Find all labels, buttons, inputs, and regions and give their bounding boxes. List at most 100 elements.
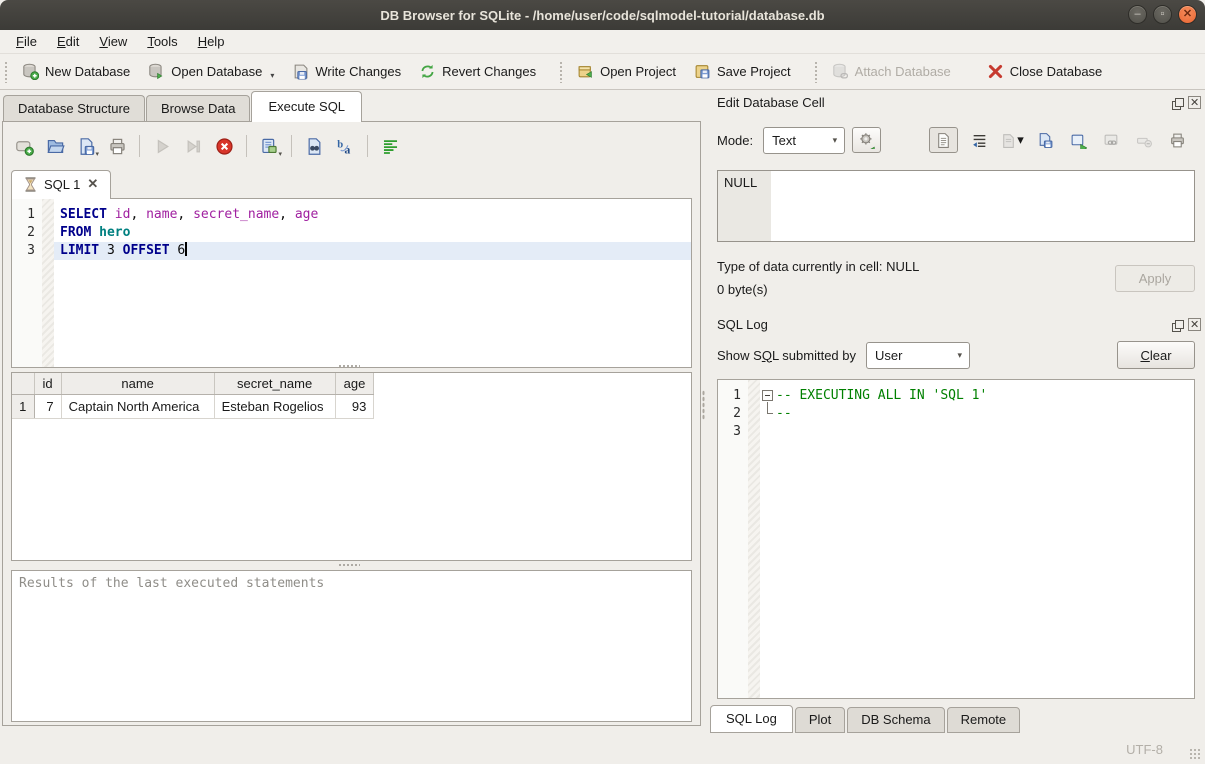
workspace: Database StructureBrowse DataExecute SQL… — [0, 90, 1205, 734]
write-changes-label: Write Changes — [315, 64, 401, 79]
toolbar-handle[interactable] — [814, 61, 819, 83]
open-database-dropdown-icon[interactable]: ▾ — [270, 71, 274, 80]
print-cell-button[interactable] — [1165, 128, 1189, 152]
results-message-box[interactable]: Results of the last executed statements — [11, 570, 692, 722]
sql-doc-tabbar: SQL 1 ✕ — [11, 170, 111, 199]
tab-browse-data[interactable]: Browse Data — [146, 95, 250, 122]
close-tab-icon[interactable]: ✕ — [87, 176, 98, 192]
write-changes-button[interactable]: Write Changes — [283, 59, 410, 84]
undock-panel-button[interactable] — [1170, 96, 1183, 109]
bottom-tab-db-schema[interactable]: DB Schema — [847, 707, 944, 733]
menu-edit[interactable]: Edit — [47, 31, 89, 52]
row-header[interactable]: 1 — [12, 394, 34, 418]
undock-panel-button[interactable] — [1170, 318, 1183, 331]
splitter-handle[interactable] — [338, 364, 360, 368]
toolbar-separator — [246, 135, 247, 157]
save-project-button[interactable]: Save Project — [685, 59, 800, 84]
find-replace-icon: ba — [336, 137, 355, 156]
code-token — [107, 207, 115, 222]
open-project-icon — [577, 63, 594, 80]
fold-collapse-icon[interactable] — [762, 390, 773, 401]
open-sql-file-button[interactable] — [42, 133, 68, 159]
open-project-button[interactable]: Open Project — [568, 59, 685, 84]
column-header-age[interactable]: age — [335, 373, 374, 394]
cell-value-null-strip: NULL — [718, 171, 771, 241]
bottom-tab-plot[interactable]: Plot — [795, 707, 845, 733]
new-database-button[interactable]: New Database — [13, 59, 139, 84]
mode-select[interactable]: Text ▾ — [763, 127, 845, 154]
export-button[interactable] — [1033, 128, 1057, 152]
menu-help[interactable]: Help — [188, 31, 235, 52]
cell-name[interactable]: Captain North America — [61, 394, 214, 418]
execute-all-icon — [153, 137, 172, 156]
toolbar-handle[interactable] — [4, 61, 9, 83]
menu-view[interactable]: View — [89, 31, 137, 52]
open-external-button[interactable] — [1066, 128, 1090, 152]
clear-button[interactable]: Clear — [1117, 341, 1195, 369]
menu-tools[interactable]: Tools — [137, 31, 187, 52]
find-icon — [305, 137, 324, 156]
splitter-dots — [702, 390, 705, 420]
cell-id[interactable]: 7 — [34, 394, 61, 418]
stop-button[interactable] — [211, 133, 237, 159]
find-button[interactable] — [301, 133, 327, 159]
save-project-icon — [694, 63, 711, 80]
submitter-select[interactable]: User ▾ — [866, 342, 970, 369]
gear-apply-icon — [858, 131, 876, 149]
sql-code-area[interactable]: SELECT id, name, secret_name, ageFROM he… — [54, 199, 691, 367]
code-token: OFFSET — [123, 243, 170, 258]
log-line: -- — [776, 405, 1194, 423]
revert-changes-button[interactable]: Revert Changes — [410, 59, 545, 84]
export-results-dropdown-icon[interactable]: ▾ — [278, 150, 282, 158]
export-results-button[interactable]: ▾ — [256, 133, 282, 159]
filter-label: Show SQL submitted by — [717, 348, 856, 363]
close-database-button[interactable]: Close Database — [978, 59, 1112, 84]
minimize-button[interactable]: – — [1128, 5, 1147, 24]
find-replace-button[interactable]: ba — [332, 133, 358, 159]
cell-age[interactable]: 93 — [335, 394, 374, 418]
apply-on-type-button[interactable] — [852, 127, 881, 153]
log-text-area[interactable]: -- EXECUTING ALL IN 'SQL 1'-- — [776, 380, 1194, 698]
toolbar-handle[interactable] — [559, 61, 564, 83]
close-panel-button[interactable] — [1188, 318, 1201, 331]
sql-log-title: SQL Log — [717, 317, 1170, 332]
column-header-secret-name[interactable]: secret_name — [214, 373, 335, 394]
bottom-tab-remote[interactable]: Remote — [947, 707, 1021, 733]
sql-doc-tab[interactable]: SQL 1 ✕ — [11, 170, 111, 199]
open-database-button[interactable]: Open Database ▾ — [139, 59, 283, 84]
save-sql-dropdown-icon[interactable]: ▾ — [95, 150, 99, 158]
open-sql-file-icon — [46, 137, 65, 156]
tab-database-structure[interactable]: Database Structure — [3, 95, 145, 122]
sql-code-editor[interactable]: 123 SELECT id, name, secret_name, ageFRO… — [11, 198, 692, 368]
close-button[interactable]: ✕ — [1178, 5, 1197, 24]
word-wrap-button[interactable] — [967, 128, 991, 152]
grid-corner[interactable] — [12, 373, 34, 394]
cell-value-editor[interactable]: NULL — [717, 170, 1195, 242]
close-panel-button[interactable] — [1188, 96, 1201, 109]
revert-changes-label: Revert Changes — [442, 64, 536, 79]
log-line-number: 3 — [718, 423, 748, 441]
print-button[interactable] — [104, 133, 130, 159]
log-folding-margin — [748, 380, 760, 698]
bottom-tab-sql-log[interactable]: SQL Log — [710, 705, 793, 733]
apply-button: Apply — [1115, 265, 1195, 292]
results-message-placeholder: Results of the last executed statements — [19, 576, 324, 591]
tab-execute-sql[interactable]: Execute SQL — [251, 91, 362, 122]
auto-format-button[interactable] — [377, 133, 403, 159]
sql-log-view[interactable]: 123 -- EXECUTING ALL IN 'SQL 1'-- — [717, 379, 1195, 699]
cell-secret-name[interactable]: Esteban Rogelios — [214, 394, 335, 418]
resize-grip-icon[interactable] — [1189, 748, 1201, 760]
stop-icon — [215, 137, 234, 156]
new-tab-button[interactable] — [11, 133, 37, 159]
save-project-label: Save Project — [717, 64, 791, 79]
save-sql-file-button[interactable]: ▾ — [73, 133, 99, 159]
panel-splitter[interactable] — [701, 90, 706, 734]
text-mode-button[interactable] — [929, 127, 958, 153]
column-header-name[interactable]: name — [61, 373, 214, 394]
column-header-id[interactable]: id — [34, 373, 61, 394]
splitter-handle[interactable] — [338, 563, 360, 567]
maximize-button[interactable]: ▫ — [1153, 5, 1172, 24]
line-number-gutter: 123 — [12, 199, 42, 367]
menu-file[interactable]: File — [6, 31, 47, 52]
new-database-label: New Database — [45, 64, 130, 79]
